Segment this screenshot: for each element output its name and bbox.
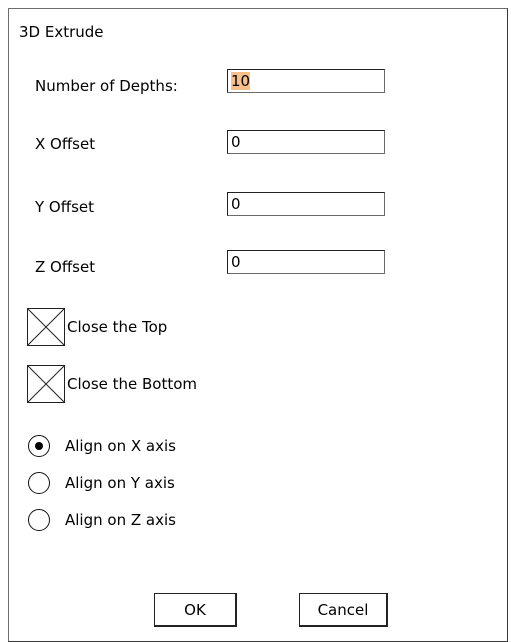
- align-y-radio[interactable]: [28, 472, 50, 494]
- ok-button[interactable]: OK: [154, 593, 237, 627]
- align-x-label: Align on X axis: [65, 437, 176, 455]
- close-top-checkbox-row[interactable]: Close the Top: [27, 307, 167, 347]
- x-offset-value: 0: [231, 133, 241, 151]
- y-offset-label: Y Offset: [35, 198, 94, 216]
- x-offset-label: X Offset: [35, 135, 96, 153]
- align-y-radio-row[interactable]: Align on Y axis: [28, 470, 175, 496]
- y-offset-value: 0: [231, 195, 241, 213]
- align-z-radio[interactable]: [28, 509, 50, 531]
- checked-x-icon: [28, 366, 64, 402]
- close-bottom-label: Close the Bottom: [67, 375, 198, 393]
- z-offset-input[interactable]: 0: [227, 250, 385, 274]
- close-top-label: Close the Top: [67, 318, 168, 336]
- align-z-label: Align on Z axis: [65, 511, 176, 529]
- depths-input[interactable]: 10: [227, 69, 385, 93]
- close-top-checkbox[interactable]: [27, 308, 65, 346]
- align-y-label: Align on Y axis: [65, 474, 175, 492]
- align-z-radio-row[interactable]: Align on Z axis: [28, 507, 176, 533]
- align-x-radio[interactable]: [28, 435, 50, 457]
- dialog-title: 3D Extrude: [19, 23, 104, 41]
- z-offset-label: Z Offset: [35, 258, 96, 276]
- z-offset-value: 0: [231, 253, 241, 271]
- y-offset-input[interactable]: 0: [227, 192, 385, 216]
- close-bottom-checkbox-row[interactable]: Close the Bottom: [27, 364, 197, 404]
- extrude-dialog: 3D Extrude Number of Depths: 10 X Offset…: [8, 8, 508, 642]
- depths-value: 10: [231, 72, 251, 90]
- radio-selected-dot-icon: [35, 442, 43, 450]
- x-offset-input[interactable]: 0: [227, 130, 385, 154]
- cancel-button[interactable]: Cancel: [299, 593, 388, 627]
- align-x-radio-row[interactable]: Align on X axis: [28, 433, 176, 459]
- close-bottom-checkbox[interactable]: [27, 365, 65, 403]
- depths-label: Number of Depths:: [35, 77, 178, 95]
- checked-x-icon: [28, 309, 64, 345]
